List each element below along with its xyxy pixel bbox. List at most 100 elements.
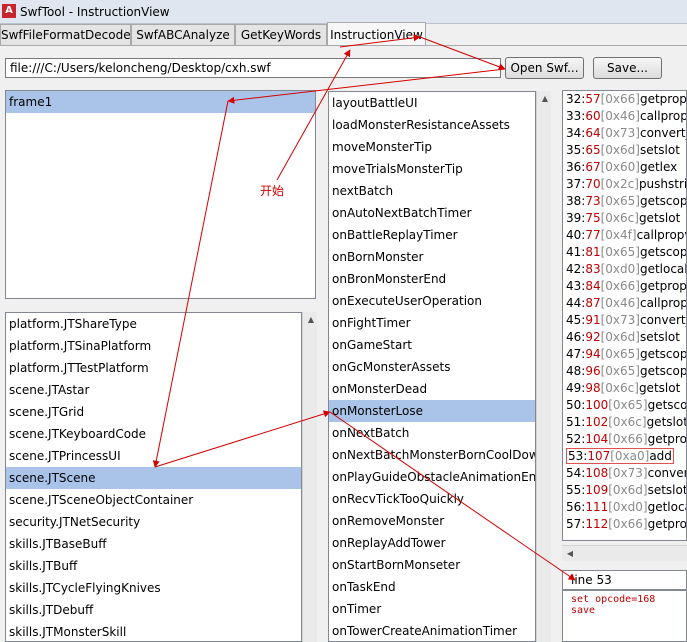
class-list-item[interactable]: platform.JTSinaPlatform: [6, 335, 301, 357]
instruction-opcode: [0x6c]: [600, 381, 639, 395]
instruction-row[interactable]: 49:98[0x6c]getslot: [563, 380, 686, 397]
class-list-item[interactable]: skills.JTBuff: [6, 555, 301, 577]
instruction-row[interactable]: 35:65[0x6d]setslot: [563, 142, 686, 159]
method-list-item[interactable]: onReplayAddTower: [329, 532, 535, 554]
instructions-list[interactable]: 32:57[0x66]getproperty33:60[0x46]callpro…: [562, 90, 687, 541]
instruction-row[interactable]: 45:91[0x73]convert_i: [563, 312, 686, 329]
instruction-edit-area[interactable]: set opcode=168 save: [562, 590, 687, 642]
class-list-item[interactable]: platform.JTTestPlatform: [6, 357, 301, 379]
instruction-line: 53:: [568, 449, 588, 463]
instruction-offset: 75: [585, 211, 601, 225]
classes-scrollbar[interactable]: ▲: [302, 312, 317, 642]
method-list-item[interactable]: onBornMonster: [329, 246, 535, 268]
instruction-line: 34:: [566, 126, 586, 140]
instructions-hscrollbar[interactable]: ◀: [562, 545, 687, 561]
frames-list[interactable]: frame1: [5, 90, 316, 299]
instruction-row[interactable]: 38:73[0x65]getscopeobject: [563, 193, 686, 210]
class-list-item[interactable]: scene.JTGrid: [6, 401, 301, 423]
class-list-item[interactable]: security.JTNetSecurity: [6, 511, 301, 533]
instruction-row[interactable]: 40:77[0x4f]callpropvoid: [563, 227, 686, 244]
tab-instruction-view[interactable]: InstructionView: [327, 22, 426, 46]
instruction-offset: 83: [585, 262, 601, 276]
method-list-item[interactable]: loadMonsterResistanceAssets: [329, 114, 535, 136]
instruction-row[interactable]: 55:109[0x6d]setslot: [563, 482, 686, 499]
method-list-item[interactable]: onFightTimer: [329, 312, 535, 334]
save-button[interactable]: Save...: [593, 57, 662, 79]
class-list-item[interactable]: scene.JTPrincessUI: [6, 445, 301, 467]
instruction-row[interactable]: 36:67[0x60]getlex: [563, 159, 686, 176]
method-list-item[interactable]: layoutBattleUI: [329, 92, 535, 114]
method-list-item[interactable]: onTowerCreateAnimationTimer: [329, 620, 535, 641]
method-list-item[interactable]: moveMonsterTip: [329, 136, 535, 158]
methods-scrollbar[interactable]: ▲: [536, 91, 551, 642]
instruction-name: getscopeobject: [639, 245, 687, 259]
instruction-row[interactable]: 34:64[0x73]convert_i: [563, 125, 686, 142]
frame-list-item[interactable]: frame1: [6, 91, 315, 113]
class-list-item[interactable]: skills.JTDebuff: [6, 599, 301, 621]
class-list-item[interactable]: skills.JTBaseBuff: [6, 533, 301, 555]
instruction-name: getproperty: [647, 432, 687, 446]
method-list-item[interactable]: onRemoveMonster: [329, 510, 535, 532]
method-list-item[interactable]: onNextBatch: [329, 422, 535, 444]
tab-swf-abc-analyze[interactable]: SwfABCAnalyze: [131, 24, 235, 46]
tab-get-key-words[interactable]: GetKeyWords: [235, 24, 327, 46]
instruction-row[interactable]: 32:57[0x66]getproperty: [563, 91, 686, 108]
instruction-row[interactable]: 54:108[0x73]convert_i: [563, 465, 686, 482]
instruction-row[interactable]: 51:102[0x6c]getslot: [563, 414, 686, 431]
instruction-name: getslot: [646, 415, 687, 429]
instruction-row[interactable]: 52:104[0x66]getproperty: [563, 431, 686, 448]
swf-path-input[interactable]: file:///C:/Users/keloncheng/Desktop/cxh.…: [5, 58, 501, 78]
class-list-item[interactable]: skills.JTMonsterSkill: [6, 621, 301, 641]
instruction-row[interactable]: 53:107[0xa0]add: [563, 448, 686, 465]
instruction-row[interactable]: 56:111[0xd0]getlocal_n: [563, 499, 686, 516]
method-list-item[interactable]: onMonsterDead: [329, 378, 535, 400]
classes-list[interactable]: platform.JTShareType platform.JTSinaPlatf…: [5, 312, 302, 642]
class-list-item[interactable]: platform.JTShareType: [6, 313, 301, 335]
method-list-item[interactable]: onAutoNextBatchTimer: [329, 202, 535, 224]
instruction-row[interactable]: 46:92[0x6d]setslot: [563, 329, 686, 346]
class-list-item[interactable]: scene.JTKeyboardCode: [6, 423, 301, 445]
scroll-left-arrow-icon[interactable]: ◀: [562, 546, 578, 562]
instruction-opcode: [0x65]: [600, 347, 640, 361]
class-list-item[interactable]: scene.JTAstar: [6, 379, 301, 401]
method-list-item[interactable]: onRecvTickTooQuickly: [329, 488, 535, 510]
method-list-item[interactable]: onGameStart: [329, 334, 535, 356]
method-list-item[interactable]: onTaskEnd: [329, 576, 535, 598]
class-list-item[interactable]: scene.JTSceneObjectContainer: [6, 489, 301, 511]
instruction-line: 52:: [566, 432, 586, 446]
instruction-row[interactable]: 42:83[0xd0]getlocal_n: [563, 261, 686, 278]
instruction-row[interactable]: 44:87[0x46]callproperty: [563, 295, 686, 312]
instruction-row[interactable]: 37:70[0x2c]pushstring: [563, 176, 686, 193]
instruction-row[interactable]: 41:81[0x65]getscopeobject: [563, 244, 686, 261]
instruction-row[interactable]: 43:84[0x66]getproperty: [563, 278, 686, 295]
class-list-item[interactable]: scene.JTScene: [6, 467, 301, 489]
method-list-item[interactable]: onMonsterLose: [329, 400, 535, 422]
method-list-item[interactable]: onStartBornMonseter: [329, 554, 535, 576]
method-list-item[interactable]: moveTrialsMonsterTip: [329, 158, 535, 180]
instruction-row[interactable]: 47:94[0x65]getscopeobject: [563, 346, 686, 363]
method-list-item[interactable]: onNextBatchMonsterBornCoolDownT: [329, 444, 535, 466]
instruction-row[interactable]: 39:75[0x6c]getslot: [563, 210, 686, 227]
method-list-item[interactable]: onBronMonsterEnd: [329, 268, 535, 290]
instruction-opcode: [0xd0]: [600, 262, 640, 276]
method-list-item[interactable]: onPlayGuideObstacleAnimationEnd: [329, 466, 535, 488]
tab-swf-file-format-decode[interactable]: SwfFileFormatDecode: [0, 24, 131, 46]
method-list-item[interactable]: onBattleReplayTimer: [329, 224, 535, 246]
instruction-opcode: [0x65]: [600, 194, 640, 208]
method-list-item[interactable]: onTimer: [329, 598, 535, 620]
instruction-row[interactable]: 50:100[0x65]getscopeobject: [563, 397, 686, 414]
class-list-item[interactable]: skills.JTCycleFlyingKnives: [6, 577, 301, 599]
method-list-item[interactable]: nextBatch: [329, 180, 535, 202]
scroll-up-arrow-icon[interactable]: ▲: [537, 91, 553, 107]
scroll-up-arrow-icon[interactable]: ▲: [303, 312, 319, 328]
open-swf-button[interactable]: Open Swf...: [505, 57, 584, 79]
method-list-item[interactable]: onGcMonsterAssets: [329, 356, 535, 378]
method-list-item[interactable]: onExecuteUserOperation: [329, 290, 535, 312]
instruction-row[interactable]: 33:60[0x46]callproperty: [563, 108, 686, 125]
instruction-name: setslot: [647, 483, 687, 497]
instruction-row[interactable]: 48:96[0x65]getscopeobject: [563, 363, 686, 380]
methods-list[interactable]: layoutBattleUI loadMonsterResistanceAsset…: [328, 91, 536, 642]
instruction-line: 43:: [566, 279, 586, 293]
instruction-name: getslot: [638, 381, 681, 395]
instruction-row[interactable]: 57:112[0x66]getproperty: [563, 516, 686, 533]
